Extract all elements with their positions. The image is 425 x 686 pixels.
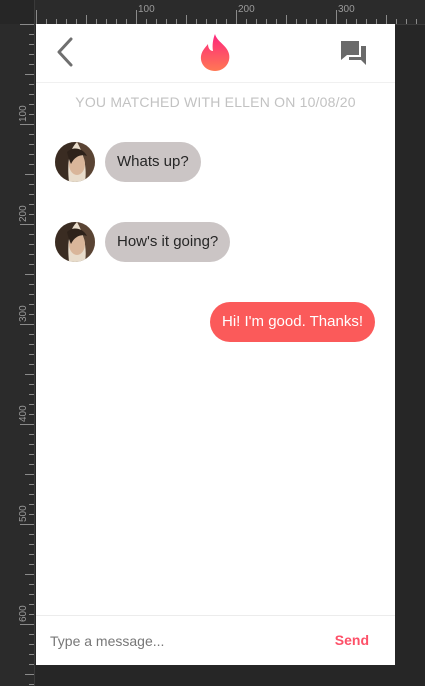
message-row-outgoing: Hi! I'm good. Thanks! — [36, 302, 395, 344]
avatar[interactable] — [55, 142, 95, 182]
message-row-incoming: How's it going? — [36, 222, 395, 264]
match-banner: YOU MATCHED WITH ELLEN ON 10/08/20 — [75, 94, 356, 110]
ruler-label-left-100: 100 — [18, 105, 29, 122]
vertical-ruler-ticks: 100 200 300 400 500 600 — [18, 24, 34, 685]
horizontal-ruler: 100 200 300 — [0, 0, 425, 25]
message-composer: Send — [36, 615, 395, 665]
ruler-label-left-500: 500 — [18, 505, 29, 522]
ruler-label-left-400: 400 — [18, 405, 29, 422]
avatar-photo-icon — [55, 142, 95, 182]
chevron-left-icon[interactable] — [54, 36, 78, 68]
ruler-label-left-600: 600 — [18, 605, 29, 622]
message-bubble: Whats up? — [105, 142, 201, 182]
message-input[interactable] — [48, 628, 322, 654]
chat-bubbles-icon[interactable] — [338, 38, 372, 70]
flame-icon — [200, 34, 230, 71]
message-bubble-outgoing: Hi! I'm good. Thanks! — [210, 302, 375, 342]
ruler-label-top-200: 200 — [238, 4, 255, 15]
ruler-label-top-300: 300 — [338, 4, 355, 15]
chat-screen: YOU MATCHED WITH ELLEN ON 10/08/20 Whats… — [36, 24, 395, 665]
message-row-incoming: Whats up? — [36, 142, 395, 184]
message-bubble: How's it going? — [105, 222, 231, 262]
send-button[interactable]: Send — [335, 632, 369, 648]
ruler-corner — [0, 0, 34, 24]
ruler-label-left-200: 200 — [18, 205, 29, 222]
ruler-label-top-100: 100 — [138, 4, 155, 15]
ruler-label-left-300: 300 — [18, 305, 29, 322]
design-workspace: 100 200 300 100 200 300 400 500 600 YOU … — [0, 0, 425, 686]
vertical-ruler: 100 200 300 400 500 600 — [0, 0, 35, 686]
avatar-photo-icon — [55, 222, 95, 262]
avatar[interactable] — [55, 222, 95, 262]
horizontal-ruler-ticks: 100 200 300 — [36, 4, 417, 24]
chat-header — [36, 24, 395, 83]
